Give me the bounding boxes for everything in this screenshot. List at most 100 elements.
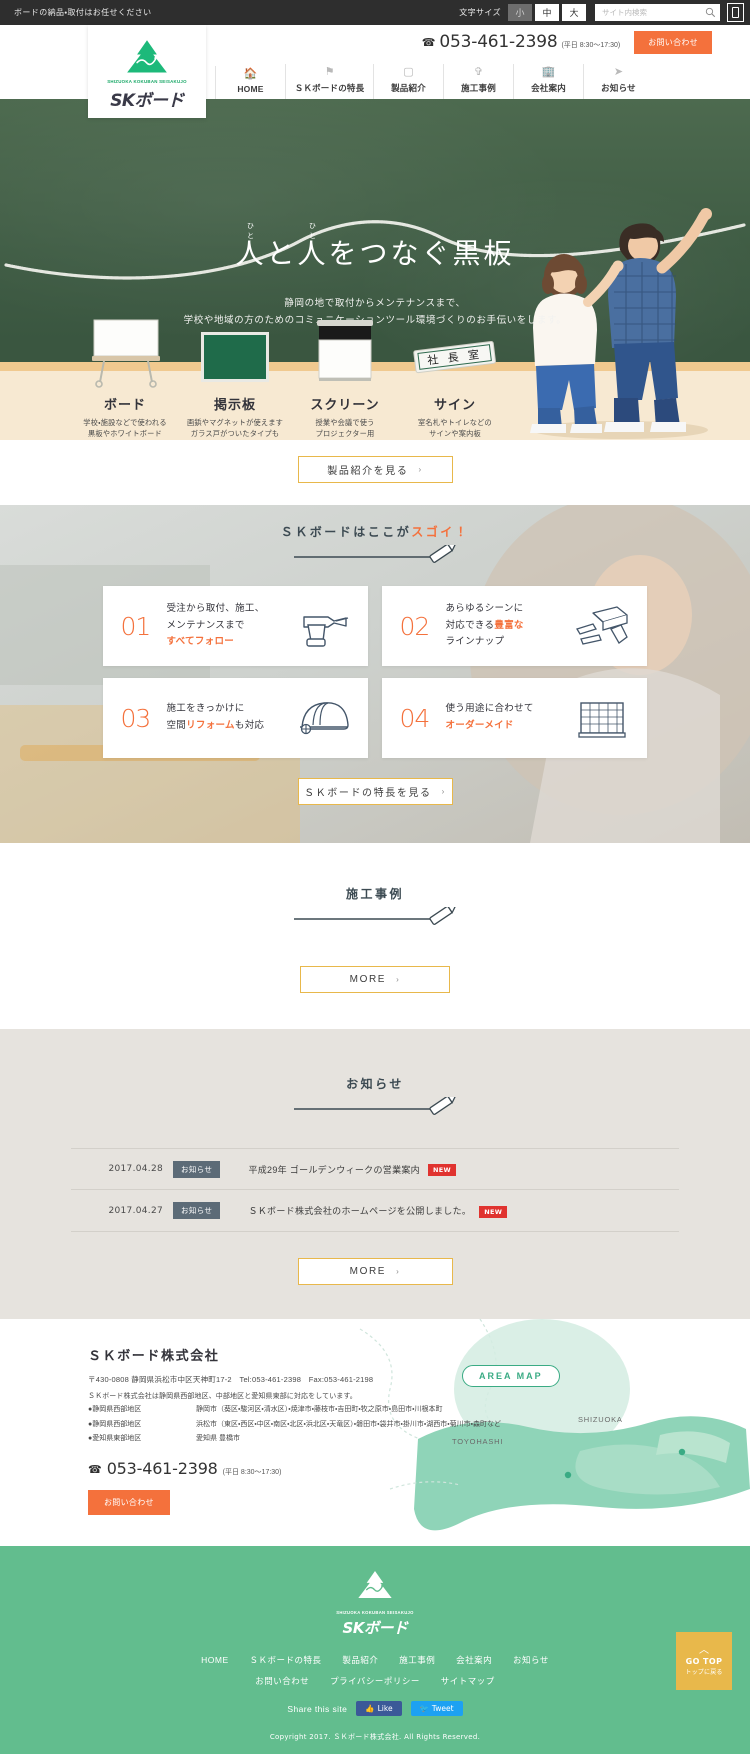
footer-logo-subtitle: SHIZUOKA KOKUBAN SEISAKUJO (336, 1610, 414, 1615)
site-search[interactable] (595, 4, 720, 21)
footer-link-works[interactable]: 施工事例 (399, 1655, 435, 1665)
hero-cta-wrapper: 製品紹介を見る › (0, 440, 750, 505)
chevron-up-icon: ︿ (699, 1645, 709, 1657)
feature-03-em: リフォーム (186, 720, 235, 731)
furigana-2: ひと (308, 223, 317, 240)
footer-logo[interactable]: SHIZUOKA KOKUBAN SEISAKUJO SKボード (0, 1568, 750, 1638)
features-heading: ＳＫボードはここがスゴイ！ (0, 523, 750, 540)
company-section: AREA MAP SHIZUOKA TOYOHASHI ＳＫボード株式会社 〒4… (0, 1319, 750, 1546)
site-logo[interactable]: SHIZUOKA KOKUBAN SEISAKUJO SKボード (88, 25, 206, 118)
footer-link-features[interactable]: ＳＫボードの特長 (249, 1655, 321, 1665)
company-area-3: ●愛知県東部地区 愛知県 豊橋市 (88, 1434, 750, 1445)
search-input[interactable] (602, 8, 705, 17)
footer-link-home[interactable]: HOME (201, 1655, 229, 1665)
hero-product-row: ボード 学校・施設などで使われる 黒板やホワイトボード 掲示板 画鋲やマグネット… (70, 316, 550, 440)
thumbs-up-icon: 👍 (365, 1704, 375, 1713)
bird-icon: 🐦 (419, 1704, 429, 1713)
products-cta-button[interactable]: 製品紹介を見る › (297, 456, 453, 483)
product-item-sign[interactable]: 社 長 室 サイン 室名札やトイレなどの サインや案内板 (400, 316, 510, 440)
nav-item-products[interactable]: ▢ 製品紹介 (373, 64, 443, 99)
header-telephone[interactable]: ☎ 053-461-2398 (平日 8:30〜17:30) (422, 32, 620, 52)
feature-card-04[interactable]: 04 使う用途に合わせて オーダーメイド (381, 678, 647, 758)
product-name-board: ボード (103, 396, 146, 412)
nav-item-features[interactable]: ⚑ ＳＫボードの特長 (285, 64, 373, 99)
utility-controls: 文字サイズ 小 中 大 (459, 3, 744, 22)
works-more-label: MORE (349, 974, 387, 985)
header-contact-bar: ☎ 053-461-2398 (平日 8:30〜17:30) お問い合わせ (210, 25, 750, 59)
features-cta-label: ＳＫボードの特長を見る (304, 788, 432, 799)
go-top-button[interactable]: ︿ GO TOP トップに戻る (676, 1632, 732, 1690)
nav-item-news[interactable]: ➤ お知らせ (583, 64, 653, 99)
news-category-2: お知らせ (173, 1202, 221, 1219)
tool-icon: ✞ (473, 66, 484, 78)
feature-02-l3: ラインナップ (445, 636, 505, 648)
footer-link-sitemap[interactable]: サイトマップ (441, 1676, 495, 1686)
company-area-label-1: ●静岡県西部地区 (88, 1406, 142, 1413)
company-area-text-3: 愛知県 豊橋市 (196, 1435, 240, 1442)
footer-link-privacy[interactable]: プライバシーポリシー (330, 1676, 420, 1686)
header-tel-number: 053-461-2398 (439, 32, 558, 52)
nav-item-company[interactable]: 🏢 会社案内 (513, 64, 583, 99)
feature-02-em: 豊富な (494, 619, 524, 631)
product-item-bulletin[interactable]: 掲示板 画鋲やマグネットが使えます ガラス戸がついたタイプも (180, 316, 290, 440)
company-tel-number: 053-461-2398 (106, 1458, 218, 1478)
news-title-1[interactable]: 平成29年 ゴールデンウィークの営業案内 NEW (248, 1163, 456, 1177)
product-item-screen[interactable]: スクリーン 授業や会議で使う プロジェクター用 (290, 316, 400, 440)
font-size-small-button[interactable]: 小 (508, 4, 532, 21)
feature-card-03[interactable]: 03 施工をきっかけに 空間リフォームも対応 (102, 678, 368, 758)
home-icon: 🏠 (243, 68, 258, 80)
twitter-tweet-button[interactable]: 🐦 Tweet (410, 1701, 463, 1716)
share-label: Share this site (287, 1703, 348, 1714)
chalk-eraser-icon (571, 600, 633, 652)
building-icon: 🏢 (541, 66, 556, 78)
news-row-1[interactable]: 2017.04.28 お知らせ 平成29年 ゴールデンウィークの営業案内 NEW (71, 1148, 679, 1190)
font-size-medium-button[interactable]: 中 (535, 4, 559, 21)
news-title-2[interactable]: ＳＫボード株式会社のホームページを公開しました。 NEW (248, 1204, 508, 1218)
map-label-shizuoka: SHIZUOKA (578, 1415, 623, 1424)
works-more-button[interactable]: MORE › (300, 966, 450, 993)
search-icon[interactable] (705, 7, 716, 18)
news-row-2[interactable]: 2017.04.27 お知らせ ＳＫボード株式会社のホームページを公開しました。… (71, 1190, 679, 1232)
area-map-badge: AREA MAP (462, 1365, 560, 1387)
feature-02-l1: あらゆるシーンに (445, 603, 524, 615)
footer-link-company[interactable]: 会社案内 (456, 1655, 492, 1665)
nav-item-works[interactable]: ✞ 施工事例 (443, 64, 513, 99)
news-heading: お知らせ (346, 1077, 404, 1091)
nav-label-news: お知らせ (601, 83, 636, 93)
product-desc-sign: 室名札やトイレなどの サインや案内板 (400, 417, 510, 440)
news-list: 2017.04.28 お知らせ 平成29年 ゴールデンウィークの営業案内 NEW … (71, 1148, 679, 1232)
chevron-right-icon-works: › (396, 975, 401, 984)
header-contact-button[interactable]: お問い合わせ (634, 30, 712, 54)
products-cta-label: 製品紹介を見る (327, 466, 409, 477)
header-right: ☎ 053-461-2398 (平日 8:30〜17:30) お問い合わせ 🏠 … (210, 25, 750, 99)
product-name-bulletin: 掲示板 (213, 396, 256, 412)
facebook-like-button[interactable]: 👍 Like (356, 1701, 402, 1716)
feature-03-l1: 施工をきっかけに (166, 703, 245, 715)
product-desc-board-l2: 黒板やホワイトボード (88, 429, 162, 439)
feature-cards: 01 受注から取付、施工、 メンテナンスまで すべてフォロー 02 あらゆるシー… (102, 586, 648, 758)
product-item-board[interactable]: ボード 学校・施設などで使われる 黒板やホワイトボード (70, 316, 180, 440)
mobile-view-button[interactable] (727, 3, 744, 22)
font-size-large-button[interactable]: 大 (562, 4, 586, 21)
product-desc-bulletin: 画鋲やマグネットが使えます ガラス戸がついたタイプも (180, 417, 290, 440)
footer-link-news[interactable]: お知らせ (513, 1655, 549, 1665)
footer-link-contact[interactable]: お問い合わせ (255, 1676, 309, 1686)
company-contact-button[interactable]: お問い合わせ (88, 1489, 170, 1515)
product-desc-board: 学校・施設などで使われる 黒板やホワイトボード (70, 417, 180, 440)
news-more-button[interactable]: MORE › (297, 1258, 453, 1285)
company-telephone[interactable]: ☎ 053-461-2398 (平日 8:30〜17:30) (88, 1459, 750, 1478)
feature-04-l1: 使う用途に合わせて (445, 703, 534, 715)
feature-card-01[interactable]: 01 受注から取付、施工、 メンテナンスまで すべてフォロー (102, 586, 368, 666)
go-top-caption: トップに戻る (685, 1669, 723, 1676)
footer-link-products[interactable]: 製品紹介 (342, 1655, 378, 1665)
hero-section: ひと 人 と ひと 人 をつなぐ黒板 静岡の地で取付からメンテナンスまで、 学校… (0, 99, 750, 440)
company-note: ＳＫボード株式会社は静岡県西部地区、中部地区と愛知県東部に対応をしています。 (88, 1393, 357, 1400)
feature-card-02[interactable]: 02 あらゆるシーンに 対応できる豊富な ラインナップ (381, 586, 647, 666)
features-cta-button[interactable]: ＳＫボードの特長を見る › (297, 778, 453, 805)
phone-icon-footer: ☎ (88, 1463, 102, 1476)
nav-item-home[interactable]: 🏠 HOME (215, 66, 285, 99)
utility-bar: ボードの納品・取付はお任せください 文字サイズ 小 中 大 (0, 0, 750, 25)
green-board-icon (180, 316, 290, 388)
company-area-label-2: ●静岡県西部地区 (88, 1420, 142, 1428)
phone-icon: ☎ (421, 37, 436, 49)
